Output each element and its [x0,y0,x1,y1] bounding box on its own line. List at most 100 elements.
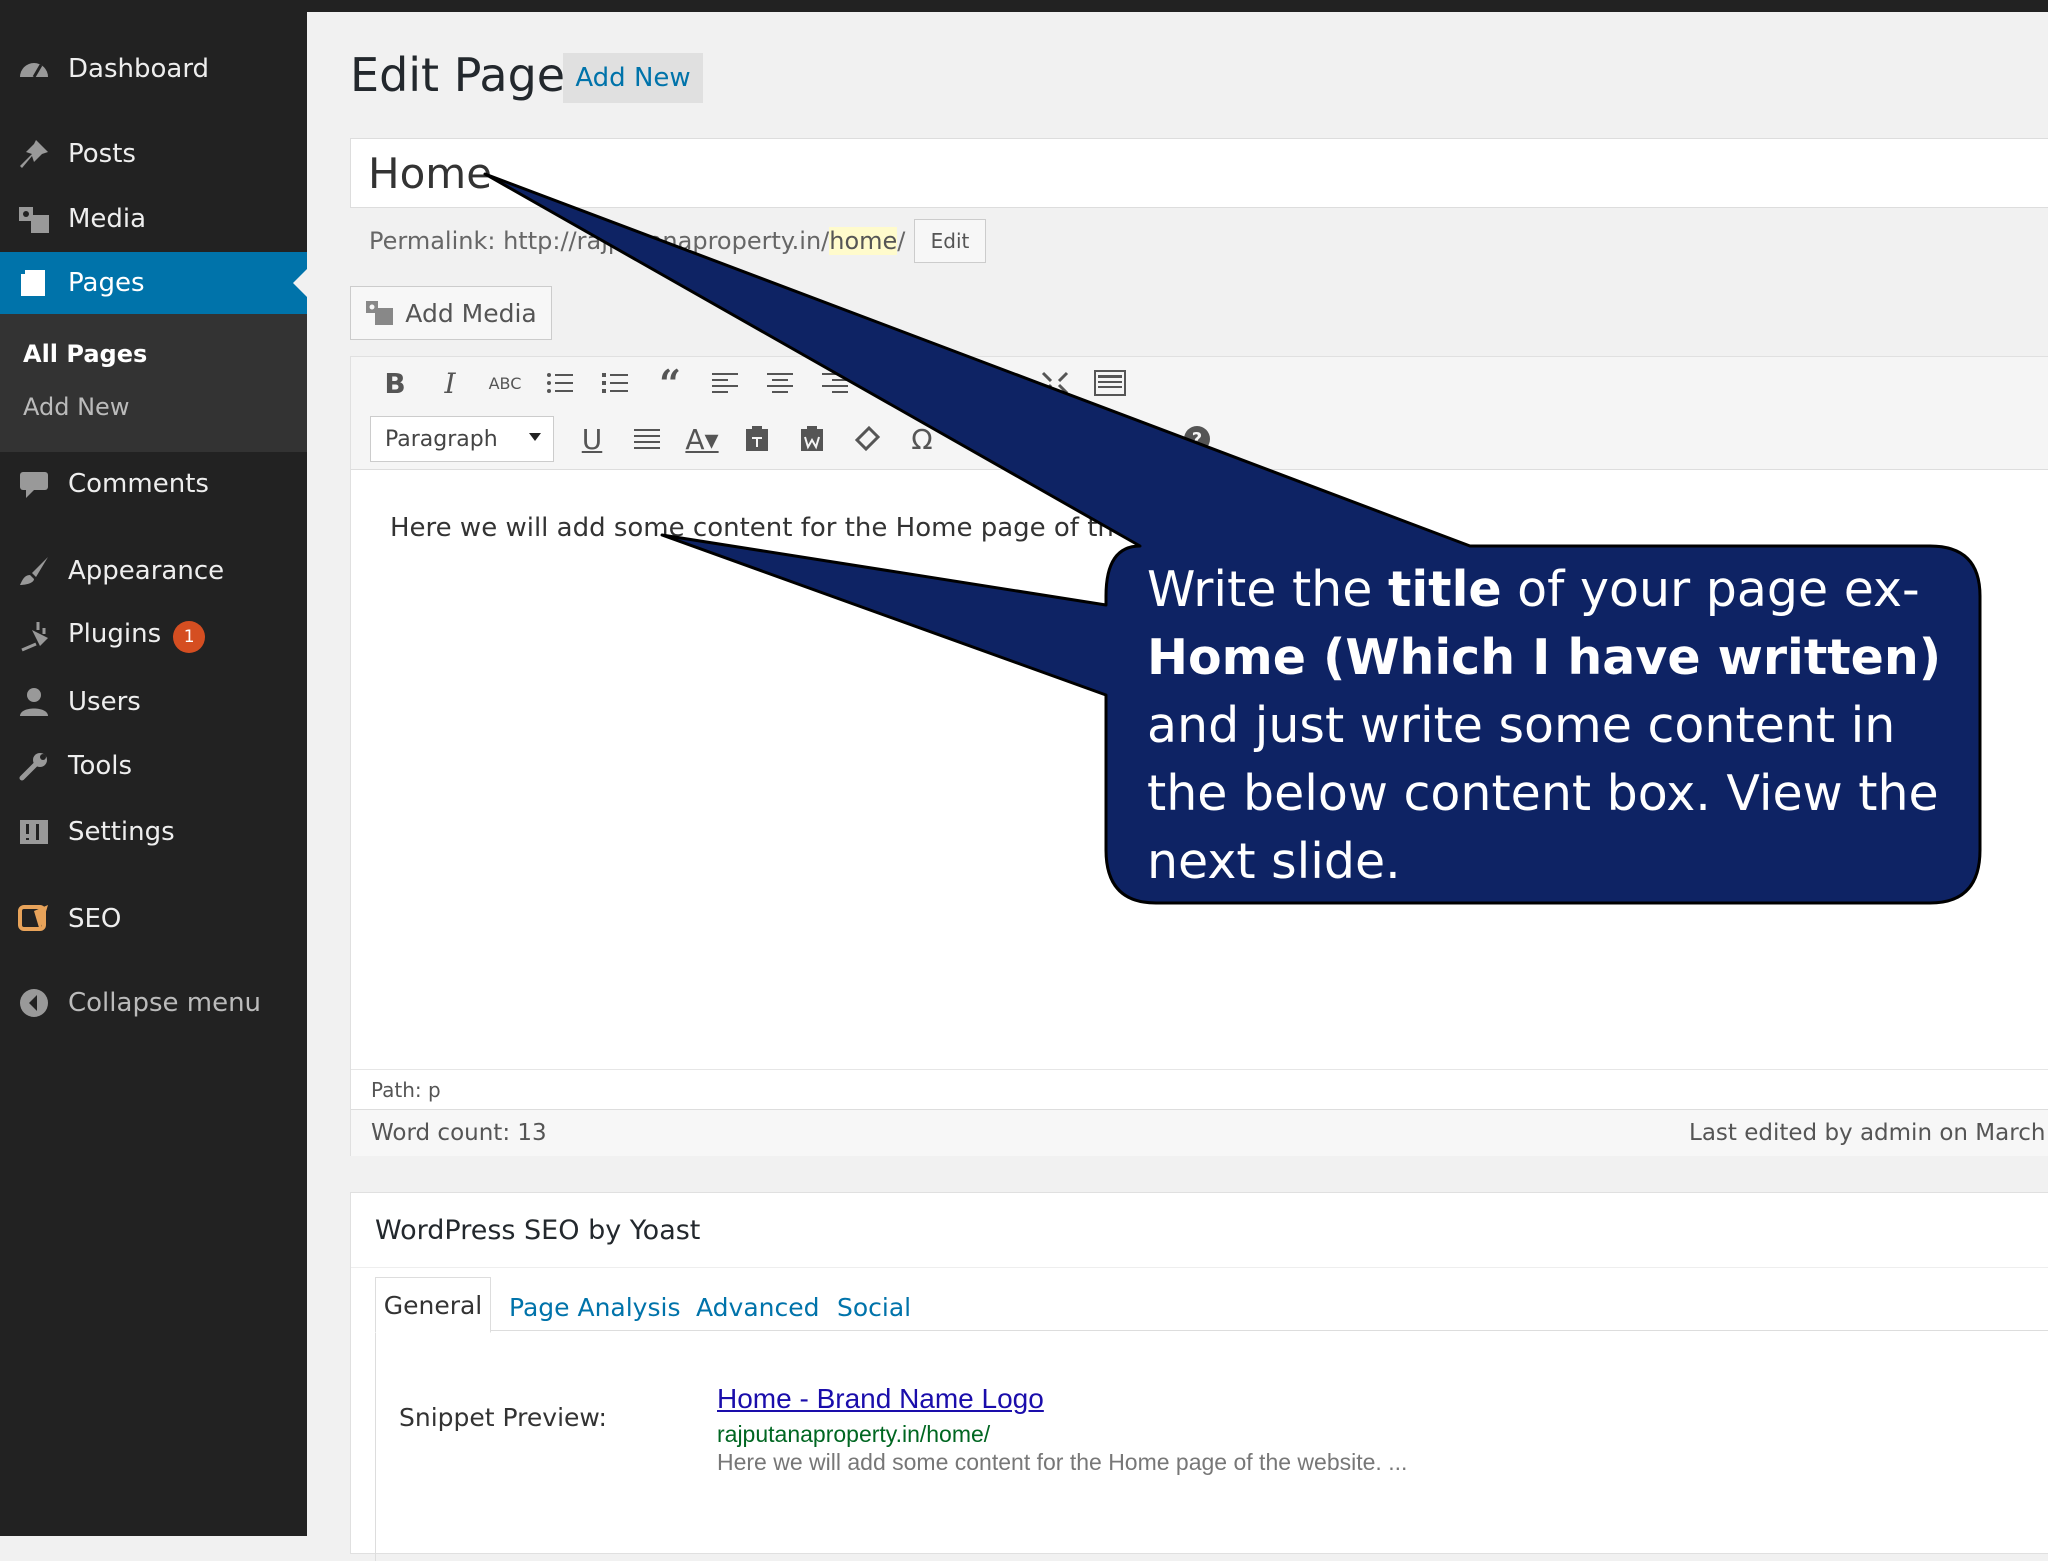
format-select-value: Paragraph [385,426,498,452]
blockquote-icon[interactable]: “ [650,361,690,406]
paste-word-icon[interactable] [792,419,832,459]
update-count-badge: 1 [173,621,206,653]
paste-text-icon[interactable] [737,419,777,459]
redo-icon[interactable]: ↷ [1122,419,1162,459]
fullscreen-icon[interactable] [1035,363,1075,403]
link-icon[interactable]: ⊘ [870,363,910,403]
callout-text: Write the title of your page ex- Home (W… [1147,556,1977,896]
numbered-list-icon[interactable] [595,363,635,403]
collapse-icon [20,989,48,1017]
undo-icon[interactable]: ↶ [1067,419,1107,459]
align-right-icon[interactable] [815,363,855,403]
sidebar-item-pages[interactable]: Pages [0,252,307,314]
permalink: Permalink: http://rajputanaproperty.in/h… [369,227,905,255]
sidebar-item-label: Comments [68,469,209,499]
sidebar-item-comments[interactable]: Comments [0,453,307,515]
permalink-label: Permalink: [369,227,496,255]
sidebar-item-label: Media [68,204,147,234]
editor-path-bar: Path: p [351,1069,2048,1110]
tab-advanced[interactable]: Advanced [696,1293,820,1322]
yoast-seo-metabox: WordPress SEO by Yoast General Page Anal… [350,1192,2048,1561]
snippet-description: Here we will add some content for the Ho… [717,1449,1408,1475]
chevron-down-icon [529,433,541,441]
callout-text-part: and just write some content in the below… [1147,697,1939,890]
italic-icon[interactable]: I [430,363,470,403]
dashboard-icon [20,63,48,78]
help-icon[interactable]: ? [1177,419,1217,459]
pages-icon [21,270,45,296]
top-bar [0,0,2048,12]
sidebar-item-label: Pages [68,268,145,298]
callout-text-bold: Home (Which I have written) [1147,629,1942,686]
more-tag-icon[interactable] [980,363,1020,403]
sidebar-item-media[interactable]: Media [0,188,307,250]
submenu-add-new[interactable]: Add New [23,393,129,421]
media-icon [19,207,49,233]
add-media-label: Add Media [405,298,537,328]
sidebar-item-seo[interactable]: SEO [0,888,307,950]
plugins-label-text: Plugins [68,619,162,649]
svg-text:?: ? [1192,429,1202,450]
unlink-icon[interactable]: ⊘ [925,363,965,403]
permalink-url[interactable]: http://rajputanaproperty.in/home/ [503,227,905,255]
user-icon [20,688,48,716]
snippet-preview-label: Snippet Preview: [399,1403,607,1432]
sidebar-item-label: Collapse menu [68,988,262,1018]
format-select[interactable]: Paragraph [370,416,554,462]
outdent-icon[interactable]: ≡ [957,419,997,459]
media-icon [366,301,394,325]
tab-page-analysis[interactable]: Page Analysis [509,1293,680,1322]
metabox-title: WordPress SEO by Yoast [375,1215,701,1246]
tab-general[interactable]: General [375,1277,491,1333]
special-character-icon[interactable]: Ω [902,419,942,459]
permalink-url-prefix: http://rajputanaproperty.in/ [503,227,830,255]
editor-content[interactable]: Here we will add some content for the Ho… [390,513,1247,543]
add-media-button[interactable]: Add Media [350,286,552,340]
callout-text-bold: title [1387,561,1502,618]
submenu-all-pages[interactable]: All Pages [23,340,147,368]
indent-icon[interactable]: ≡ [1012,419,1052,459]
snippet-title[interactable]: Home - Brand Name Logo [717,1383,1044,1415]
sidebar-item-posts[interactable]: Posts [0,123,307,185]
post-title-input[interactable] [350,138,2048,208]
tab-social[interactable]: Social [837,1293,911,1322]
sidebar-item-plugins[interactable]: Plugins 1 [0,605,307,667]
text-color-icon[interactable]: A▾ [682,419,722,459]
sidebar-item-settings[interactable]: Settings [0,801,307,863]
permalink-url-suffix: / [897,227,906,255]
sidebar-item-appearance[interactable]: Appearance [0,540,307,602]
bold-icon[interactable]: B [375,363,415,403]
sidebar-item-users[interactable]: Users [0,671,307,733]
permalink-slug: home [829,227,898,255]
editor-status-bar: Word count: 13 Last edited by admin on M… [351,1109,2048,1156]
pages-submenu: All Pages Add New [0,314,307,452]
active-indicator [293,269,307,297]
add-new-button[interactable]: Add New [563,53,703,103]
sidebar-item-label: Posts [68,139,136,169]
sidebar-item-label: Tools [68,751,133,781]
callout-text-part: Write the [1147,561,1388,618]
underline-icon[interactable]: U [572,419,612,459]
editor-toolbar: B I ABC “ ⊘ ⊘ Paragraph U A▾ Ω ≡ ≡ ↶ ↷ ? [351,357,2048,470]
justify-icon[interactable] [627,419,667,459]
last-edited: Last edited by admin on March 7 [1689,1120,2048,1146]
permalink-edit-button[interactable]: Edit [914,219,986,263]
sidebar-item-label: Dashboard [68,54,210,84]
sidebar-item-label: Appearance [68,556,225,586]
align-center-icon[interactable] [760,363,800,403]
clear-formatting-icon[interactable] [847,419,887,459]
pin-icon [20,140,48,168]
comment-icon [20,472,48,498]
tab-panel [375,1331,2048,1561]
strikethrough-icon[interactable]: ABC [485,363,525,403]
wrench-icon [19,753,47,781]
collapse-menu-button[interactable]: Collapse menu [0,972,307,1034]
toolbar-toggle-icon[interactable] [1090,363,1130,403]
sidebar-item-tools[interactable]: Tools [0,735,307,797]
admin-sidebar: Dashboard Posts Media Pages All Pages Ad… [0,0,307,1536]
sidebar-item-dashboard[interactable]: Dashboard [0,38,307,100]
page-title: Edit Page [350,48,566,102]
bullet-list-icon[interactable] [540,363,580,403]
plugin-icon [21,622,48,652]
align-left-icon[interactable] [705,363,745,403]
